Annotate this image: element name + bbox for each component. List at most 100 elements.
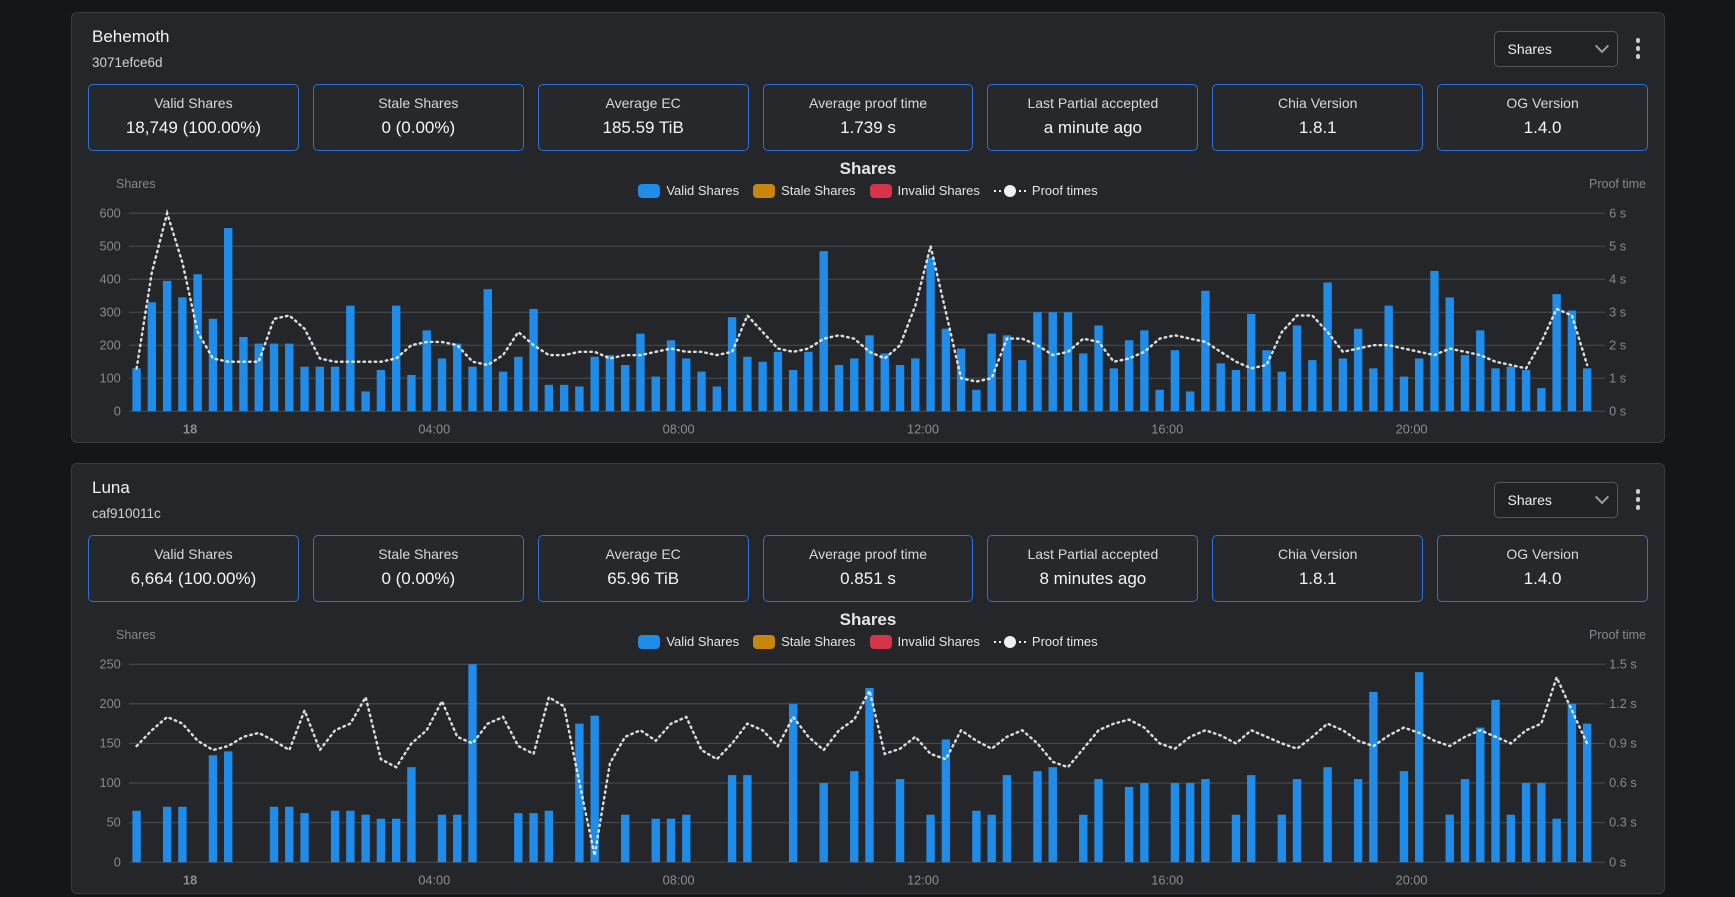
stat-box: Last Partial accepted a minute ago <box>987 84 1198 151</box>
dashboard: Behemoth 3071efce6d Shares Valid Shares1… <box>0 0 1735 894</box>
stat-box: OG Version1.4.0 <box>1437 535 1648 602</box>
legend-item-proof-times[interactable]: Proof times <box>994 634 1098 649</box>
svg-text:12:00: 12:00 <box>907 873 939 888</box>
stat-box: Stale Shares0 (0.00%) <box>313 84 524 151</box>
stat-value: 8 minutes ago <box>1039 569 1146 589</box>
stats-row: Valid Shares18,749 (100.00%)Stale Shares… <box>72 76 1664 157</box>
chart-plot-area: 2501.5 s2001.2 s1500.9 s1000.6 s500.3 s0… <box>82 654 1654 894</box>
stat-box: OG Version 1.4.0 <box>1437 84 1648 151</box>
stat-box: Valid Shares18,749 (100.00%) <box>88 84 299 151</box>
svg-text:18: 18 <box>183 873 197 888</box>
svg-text:600: 600 <box>100 205 121 220</box>
harvester-card-behemoth: Behemoth 3071efce6d Shares Valid Shares1… <box>71 12 1665 443</box>
stat-label: Valid Shares <box>154 95 232 111</box>
stat-box: Valid Shares6,664 (100.00%) <box>88 535 299 602</box>
stat-value: 1.4.0 <box>1524 118 1562 138</box>
dropdown-selected-value: Shares <box>1508 492 1552 508</box>
stat-value: 185.59 TiB <box>603 118 684 138</box>
stat-box: Average proof time 1.739 s <box>763 84 974 151</box>
valid-shares-bars <box>132 228 1591 411</box>
right-axis-title: Proof time <box>1589 628 1646 642</box>
stat-value: a minute ago <box>1044 118 1142 138</box>
stat-label: Average EC <box>606 95 681 111</box>
svg-text:1.5 s: 1.5 s <box>1609 656 1637 671</box>
svg-text:0.3 s: 0.3 s <box>1609 815 1637 830</box>
stat-box: Chia Version 1.8.1 <box>1212 84 1423 151</box>
legend-item-invalid-shares[interactable]: Invalid Shares <box>870 183 980 198</box>
legend-chip-icon <box>638 635 660 649</box>
legend-item-stale-shares[interactable]: Stale Shares <box>753 183 855 198</box>
svg-text:3 s: 3 s <box>1609 304 1626 319</box>
svg-text:0: 0 <box>114 403 121 418</box>
chevron-down-icon <box>1594 490 1608 504</box>
svg-text:0 s: 0 s <box>1609 854 1626 869</box>
stat-label: Last Partial accepted <box>1027 546 1158 562</box>
stat-label: Average proof time <box>809 95 927 111</box>
stat-label: Average EC <box>606 546 681 562</box>
svg-text:200: 200 <box>100 337 121 352</box>
stat-label: OG Version <box>1506 95 1578 111</box>
legend-item-valid-shares[interactable]: Valid Shares <box>638 183 739 198</box>
chevron-down-icon <box>1594 39 1608 53</box>
legend-item-valid-shares[interactable]: Valid Shares <box>638 634 739 649</box>
stat-box: Average proof time0.851 s <box>763 535 974 602</box>
chart-title: Shares <box>82 610 1654 630</box>
shares-chart: Shares Valid Shares Stale Shares Invalid Sh… <box>72 157 1664 443</box>
stats-row: Valid Shares6,664 (100.00%)Stale Shares0… <box>72 527 1664 608</box>
svg-text:04:00: 04:00 <box>418 422 450 437</box>
stat-label: Last Partial accepted <box>1027 95 1158 111</box>
card-titles: Luna caf910011c <box>92 478 161 521</box>
svg-text:20:00: 20:00 <box>1396 422 1428 437</box>
svg-text:04:00: 04:00 <box>418 873 450 888</box>
chart-legend: Valid Shares Stale Shares Invalid Shares Pr… <box>82 183 1654 198</box>
svg-text:08:00: 08:00 <box>663 422 695 437</box>
chart-type-dropdown[interactable]: Shares <box>1494 31 1618 67</box>
legend-item-proof-times[interactable]: Proof times <box>994 183 1098 198</box>
svg-text:08:00: 08:00 <box>663 873 695 888</box>
legend-label: Invalid Shares <box>898 634 980 649</box>
chart-legend: Valid Shares Stale Shares Invalid Shares Pr… <box>82 634 1654 649</box>
stat-label: Chia Version <box>1278 95 1357 111</box>
svg-text:1 s: 1 s <box>1609 370 1626 385</box>
stat-value: 1.4.0 <box>1524 569 1562 589</box>
stat-label: Stale Shares <box>378 95 458 111</box>
svg-text:6 s: 6 s <box>1609 205 1626 220</box>
svg-text:0 s: 0 s <box>1609 403 1626 418</box>
stat-value: 65.96 TiB <box>607 569 679 589</box>
svg-text:200: 200 <box>100 696 121 711</box>
stat-label: Valid Shares <box>154 546 232 562</box>
proof-times-dotline-icon <box>994 184 1026 198</box>
legend-item-stale-shares[interactable]: Stale Shares <box>753 634 855 649</box>
svg-text:250: 250 <box>100 656 121 671</box>
svg-text:100: 100 <box>100 775 121 790</box>
kebab-menu-icon[interactable] <box>1632 483 1645 516</box>
stat-label: Stale Shares <box>378 546 458 562</box>
harvester-name: Behemoth <box>92 27 170 47</box>
stat-value: 1.8.1 <box>1299 118 1337 138</box>
harvester-id: caf910011c <box>92 506 161 521</box>
svg-text:12:00: 12:00 <box>907 422 939 437</box>
svg-text:2 s: 2 s <box>1609 337 1626 352</box>
stat-label: Average proof time <box>809 546 927 562</box>
svg-text:150: 150 <box>100 736 121 751</box>
shares-chart: Shares Valid Shares Stale Shares Invalid Sh… <box>72 608 1664 894</box>
legend-chip-icon <box>870 635 892 649</box>
kebab-menu-icon[interactable] <box>1632 32 1645 65</box>
svg-text:16:00: 16:00 <box>1151 873 1183 888</box>
svg-text:1.2 s: 1.2 s <box>1609 696 1637 711</box>
stat-value: 1.739 s <box>840 118 896 138</box>
chart-title: Shares <box>82 159 1654 179</box>
svg-text:500: 500 <box>100 238 121 253</box>
svg-text:400: 400 <box>100 271 121 286</box>
svg-text:0.9 s: 0.9 s <box>1609 736 1637 751</box>
chart-type-dropdown[interactable]: Shares <box>1494 482 1618 518</box>
legend-item-invalid-shares[interactable]: Invalid Shares <box>870 634 980 649</box>
legend-label: Stale Shares <box>781 634 855 649</box>
chart-head: Shares Valid Shares Stale Shares Invalid Sh… <box>82 610 1654 654</box>
left-axis-title: Shares <box>116 628 156 642</box>
legend-chip-icon <box>638 184 660 198</box>
svg-text:18: 18 <box>183 422 197 437</box>
svg-text:300: 300 <box>100 304 121 319</box>
legend-chip-icon <box>753 635 775 649</box>
harvester-id: 3071efce6d <box>92 55 170 70</box>
